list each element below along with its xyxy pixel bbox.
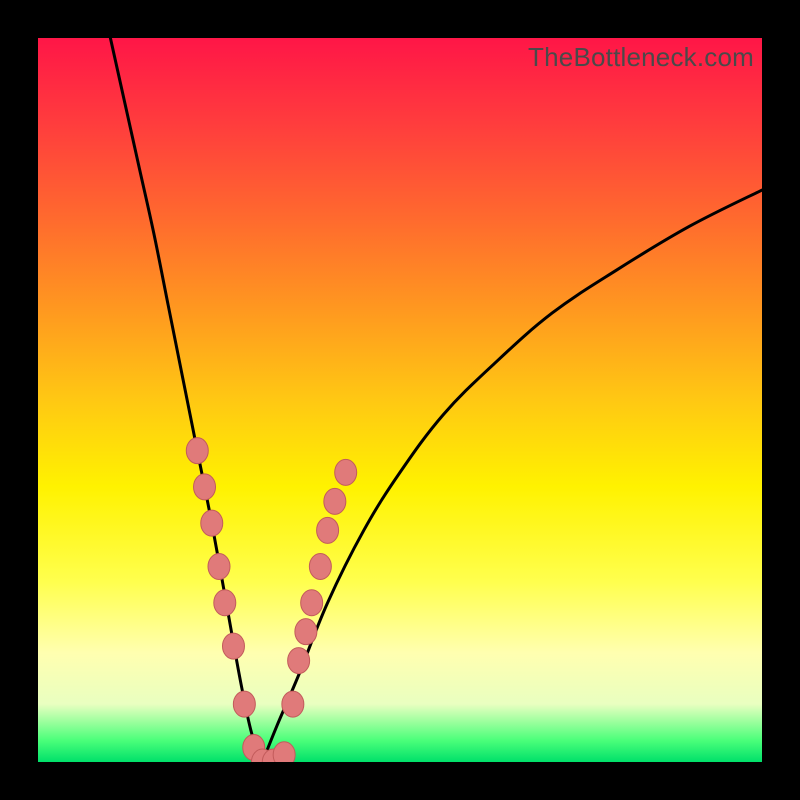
chart-frame: TheBottleneck.com [0, 0, 800, 800]
chart-svg [38, 38, 762, 762]
data-marker [335, 459, 357, 485]
plot-area: TheBottleneck.com [38, 38, 762, 762]
data-marker [273, 742, 295, 762]
data-marker [214, 590, 236, 616]
data-marker [222, 633, 244, 659]
data-marker [194, 474, 216, 500]
data-marker [288, 648, 310, 674]
data-marker [324, 488, 346, 514]
data-marker [186, 438, 208, 464]
data-marker [208, 554, 230, 580]
data-marker [233, 691, 255, 717]
data-marker [295, 619, 317, 645]
data-marker [201, 510, 223, 536]
data-marker [282, 691, 304, 717]
data-marker [309, 554, 331, 580]
data-marker [301, 590, 323, 616]
data-marker [317, 517, 339, 543]
